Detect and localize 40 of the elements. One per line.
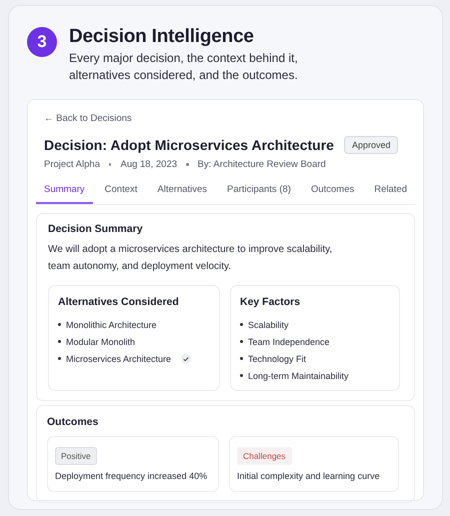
separator-dot — [186, 163, 189, 166]
key-factor-item: Scalability — [248, 320, 289, 330]
bullet-icon — [240, 323, 243, 326]
bullet-icon — [240, 374, 243, 377]
meta-text: Aug 18, 2023 — [120, 159, 178, 170]
tab[interactable]: Outcomes — [302, 178, 362, 204]
tab[interactable]: Participants (8) — [219, 178, 299, 204]
summary-title: Decision Summary — [48, 223, 144, 235]
outcome-text: Deployment frequency increased 40% — [55, 471, 208, 481]
key-factors-title: Key Factors — [240, 296, 302, 308]
alternative-item: Modular Monolith — [66, 336, 136, 346]
tab[interactable]: Summary — [36, 178, 93, 204]
bullet-icon — [58, 340, 61, 343]
outcome-text: Initial complexity and learning curve — [237, 471, 381, 481]
tab[interactable]: Context — [96, 178, 146, 204]
status-badge: Approved — [344, 136, 398, 154]
tab[interactable]: Related — [366, 178, 415, 204]
section-title: Decision Intelligence — [69, 26, 255, 48]
step-number: 3 — [27, 27, 57, 57]
alternative-item: Microservices Architecture — [66, 354, 172, 364]
outcomes-title: Outcomes — [47, 416, 100, 428]
bullet-icon — [58, 323, 61, 326]
bullet-icon — [58, 357, 61, 360]
outcome-tag: Challenges — [237, 447, 292, 465]
key-factor-item: Technology Fit — [248, 354, 306, 364]
alternatives-title: Alternatives Considered — [58, 296, 180, 308]
separator-dot — [108, 163, 112, 166]
outcome-tag: Positive — [55, 447, 97, 465]
decision-title: Decision: Adopt Microservices Architecture — [44, 137, 334, 153]
section-subtitle: Every major decision, the context behind it, alternatives considered, and the outcomes. — [69, 50, 298, 84]
key-factor-item: Long-term Maintainability — [248, 370, 349, 380]
summary-text: We will adopt a microservices architecture to improve scalability, team autonomy, and deployment velocity. — [48, 243, 334, 274]
alternative-item: Monolithic Architecture — [66, 320, 157, 330]
back-link[interactable]: ← Back to Decisions — [36, 113, 140, 124]
bullet-icon — [240, 357, 243, 360]
meta-text: By: Architecture Review Board — [198, 159, 326, 170]
meta-text: Project Alpha — [44, 159, 100, 170]
key-factor-item: Team Independence — [248, 336, 330, 346]
tab[interactable]: Alternatives — [149, 178, 216, 204]
bullet-icon — [240, 340, 243, 343]
